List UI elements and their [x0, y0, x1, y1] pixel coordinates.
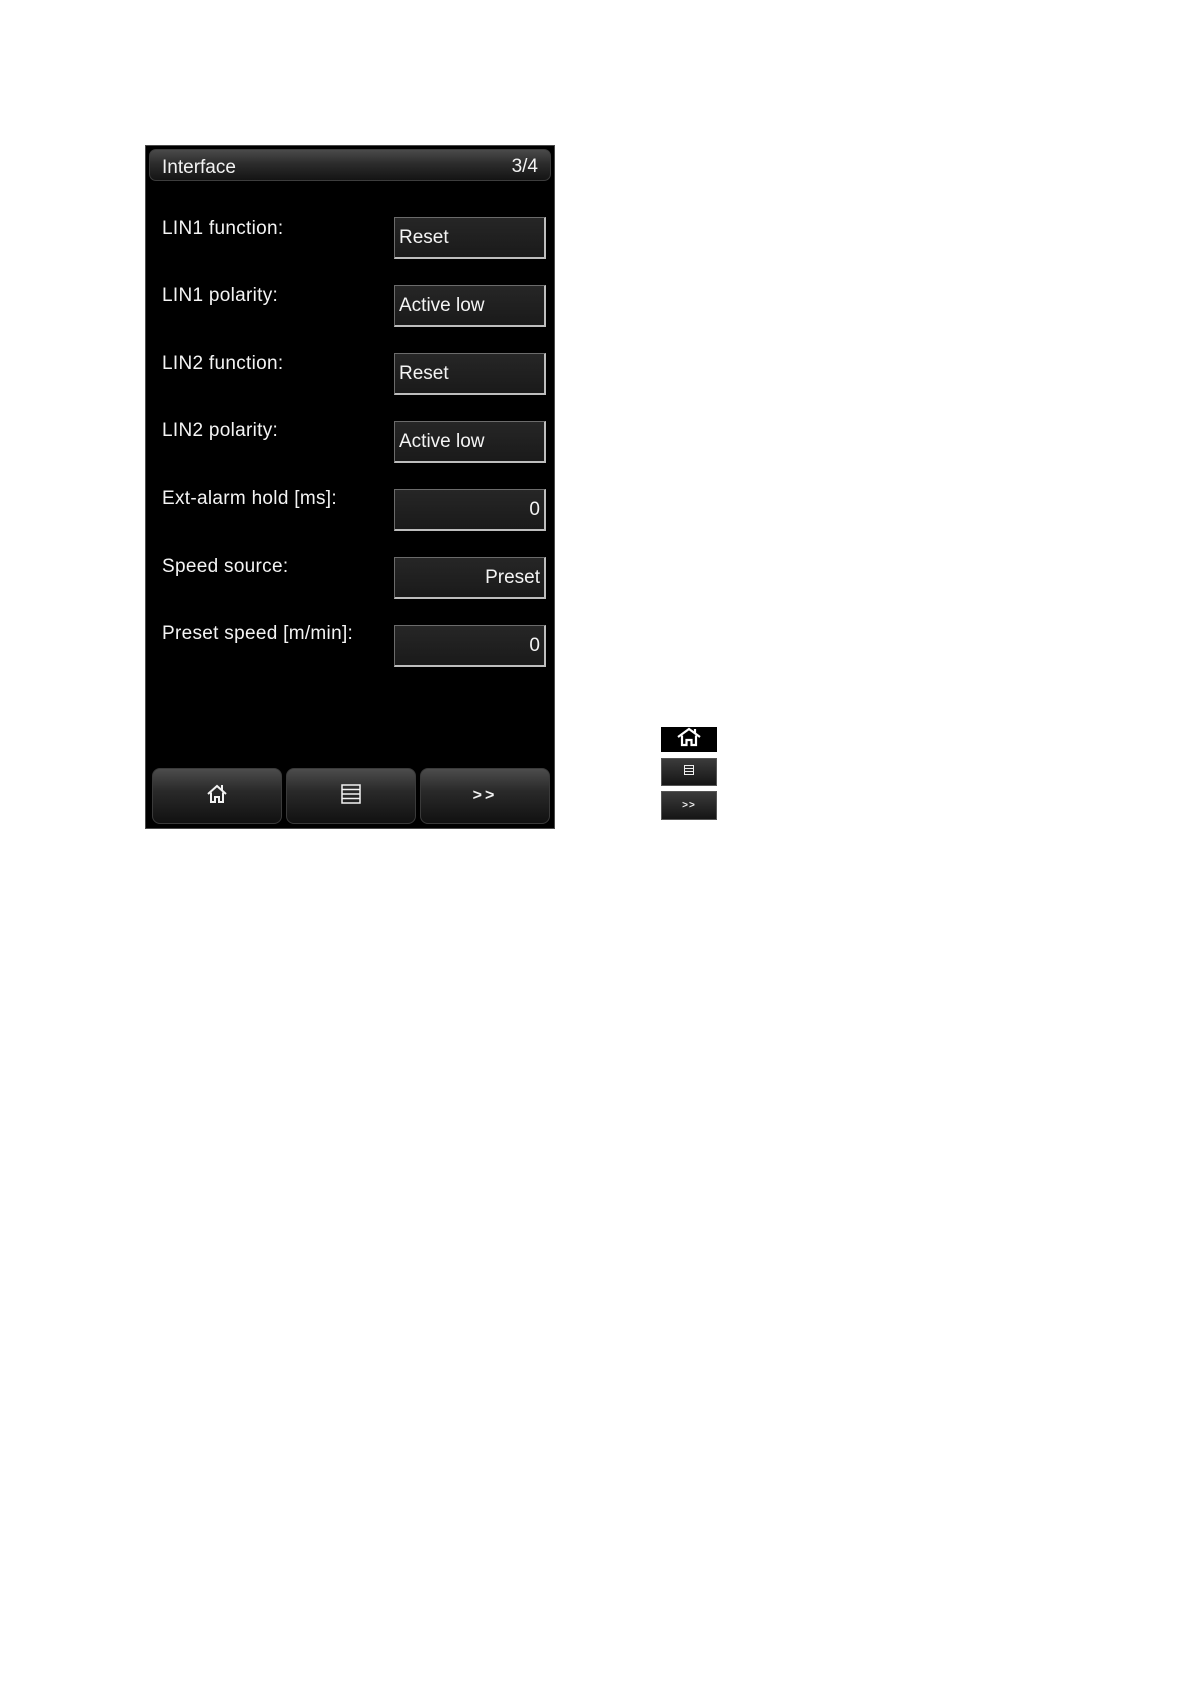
menu-list-icon [683, 763, 695, 781]
lin1-function-field[interactable]: Reset [394, 217, 546, 259]
legend-next-page-button: >> [661, 791, 717, 820]
ext-alarm-hold-label: Ext-alarm hold [ms]: [162, 488, 337, 509]
next-page-label: >> [472, 787, 498, 804]
preset-speed-field[interactable]: 0 [394, 625, 546, 667]
home-icon [675, 727, 703, 752]
lin1-polarity-field[interactable]: Active low [394, 285, 546, 327]
page-title: Interface [162, 157, 236, 178]
lin2-function-label: LIN2 function: [162, 353, 284, 374]
ext-alarm-hold-field[interactable]: 0 [394, 489, 546, 531]
menu-button[interactable] [286, 768, 416, 824]
legend-home-button [661, 727, 717, 752]
menu-list-icon [340, 782, 362, 811]
home-icon [206, 783, 228, 810]
interface-screen: Interface 3/4 LIN1 function: Reset LIN1 … [145, 145, 555, 829]
lin2-polarity-label: LIN2 polarity: [162, 420, 279, 441]
page-indicator: 3/4 [511, 156, 538, 177]
lin1-polarity-label: LIN1 polarity: [162, 285, 279, 306]
next-page-button[interactable]: >> [420, 768, 550, 824]
speed-source-field[interactable]: Preset [394, 557, 546, 599]
preset-speed-label: Preset speed [m/min]: [162, 623, 354, 644]
legend-next-page-label: >> [682, 800, 696, 811]
home-button[interactable] [152, 768, 282, 824]
title-bar: Interface 3/4 [149, 149, 551, 181]
speed-source-label: Speed source: [162, 556, 289, 577]
legend-menu-button [661, 758, 717, 786]
lin1-function-label: LIN1 function: [162, 218, 284, 239]
lin2-function-field[interactable]: Reset [394, 353, 546, 395]
lin2-polarity-field[interactable]: Active low [394, 421, 546, 463]
